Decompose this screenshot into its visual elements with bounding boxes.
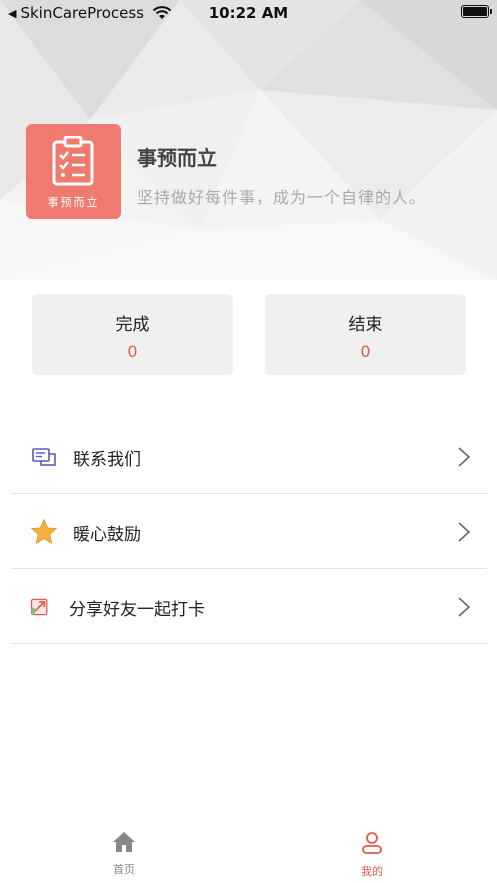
tab-label: 我的 — [361, 865, 383, 878]
tab-home[interactable]: 首页 — [94, 831, 154, 877]
chevron-right-icon — [458, 447, 471, 467]
stat-card-completed[interactable]: 完成 0 — [32, 294, 233, 375]
share-icon — [30, 598, 48, 616]
menu-item-label: 分享好友一起打卡 — [69, 600, 205, 620]
menu-item-contact-us[interactable]: 联系我们 — [11, 420, 487, 494]
stat-value: 0 — [127, 342, 138, 361]
chevron-right-icon — [458, 597, 471, 617]
tab-mine[interactable]: 我的 — [342, 831, 402, 879]
profile-subtitle: 坚持做好每件事，成为一个自律的人。 — [137, 188, 427, 207]
menu-item-label: 联系我们 — [73, 450, 141, 470]
clipboard-checklist-icon — [52, 136, 94, 186]
message-icon — [32, 448, 56, 466]
app-logo: 事预而立 — [26, 124, 121, 219]
stat-value: 0 — [360, 342, 371, 361]
user-icon — [362, 832, 382, 854]
stat-label: 完成 — [115, 315, 150, 335]
status-time: 10:22 AM — [208, 4, 289, 22]
chevron-right-icon — [458, 522, 471, 542]
profile-title: 事预而立 — [137, 146, 217, 170]
menu-item-share[interactable]: 分享好友一起打卡 — [11, 570, 487, 644]
menu-item-label: 暖心鼓励 — [73, 525, 141, 545]
logo-text: 事预而立 — [47, 196, 100, 209]
stat-label: 结束 — [348, 315, 383, 335]
star-icon — [31, 519, 57, 545]
menu-item-encouragement[interactable]: 暖心鼓励 — [11, 495, 487, 569]
tab-label: 首页 — [113, 863, 135, 876]
tab-bar: 首页 我的 — [0, 821, 497, 883]
home-icon — [113, 832, 135, 852]
status-bar: ◀ SkinCareProcess 10:22 AM — [0, 0, 497, 26]
battery-icon — [461, 5, 492, 18]
stat-card-ended[interactable]: 结束 0 — [265, 294, 466, 375]
